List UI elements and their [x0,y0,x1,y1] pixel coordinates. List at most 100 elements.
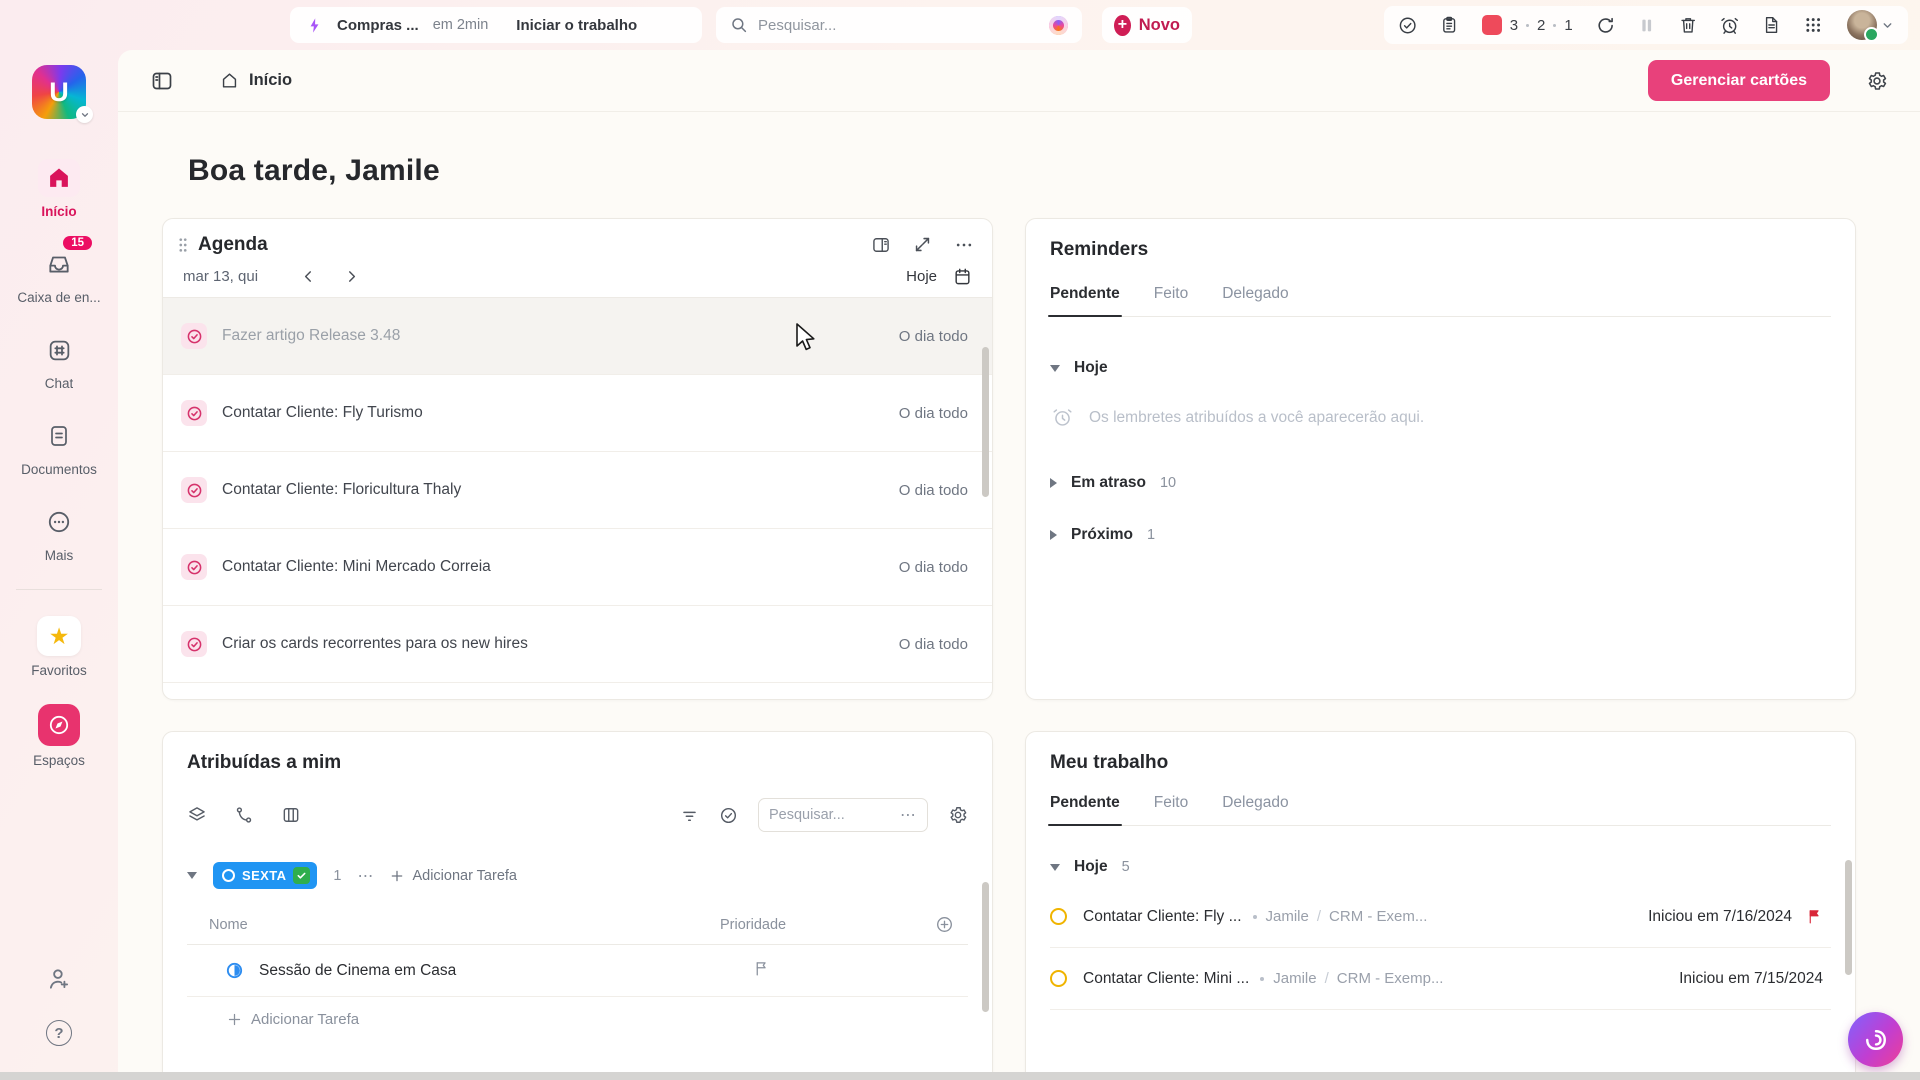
agenda-today-button[interactable]: Hoje [906,268,937,285]
status-todo-icon[interactable] [1050,970,1067,987]
next-day-icon[interactable] [343,268,360,285]
record-stop-icon[interactable] [1482,15,1502,35]
collapse-triangle-icon [1050,864,1060,871]
search-options-icon[interactable]: ⋯ [900,805,917,825]
help-icon[interactable]: ? [46,1020,72,1046]
avatar[interactable] [1847,10,1877,40]
invite-user-icon[interactable] [46,966,72,992]
sidebar-item-espacos[interactable]: Espaços [0,704,118,768]
sidebar-item-chat[interactable]: Chat [0,331,118,391]
layout-panel-icon[interactable] [871,235,891,255]
group-label: Hoje [1074,858,1108,876]
status-todo-icon[interactable] [1050,908,1067,925]
refresh-icon[interactable] [1596,15,1615,36]
column-nome[interactable]: Nome [209,917,720,933]
expand-icon[interactable] [913,235,932,254]
sidebar-item-inbox[interactable]: 15 Caixa de en... [0,245,118,305]
priority-flag-red-icon[interactable] [1806,908,1823,925]
agenda-event-row[interactable]: Contatar Cliente: Fly Turismo O dia todo [163,375,992,452]
ai-icon[interactable] [1049,16,1068,35]
docs-icon [47,424,71,448]
sidebar-item-mais[interactable]: Mais [0,503,118,563]
manage-cards-button[interactable]: Gerenciar cartões [1648,60,1830,101]
priority-flag-icon[interactable] [753,960,770,977]
add-task-row[interactable]: Adicionar Tarefa [227,1011,968,1028]
workspace-logo[interactable]: U [32,65,86,119]
ai-assistant-fab[interactable] [1848,1012,1903,1067]
reminders-upcoming-group[interactable]: Próximo 1 [1050,526,1831,544]
tab-delegado[interactable]: Delegado [1222,794,1288,825]
tab-feito[interactable]: Feito [1154,285,1188,316]
settings-gear-icon[interactable] [1866,70,1888,92]
sidebar-item-favoritos[interactable]: ★ Favoritos [0,616,118,678]
card-settings-gear-icon[interactable] [948,805,968,825]
mywork-scrollbar[interactable] [1845,860,1852,975]
agenda-event-row[interactable]: Contatar Cliente: Floricultura Thaly O d… [163,452,992,529]
status-in-progress-icon[interactable] [225,961,244,980]
dot-separator [1253,915,1257,919]
columns-icon[interactable] [281,805,301,825]
alarm-icon[interactable] [1720,15,1739,36]
group-label: Próximo [1071,526,1133,544]
tab-delegado[interactable]: Delegado [1222,285,1288,316]
assigned-search[interactable]: ⋯ [758,798,928,832]
status-check-icon[interactable] [293,867,310,884]
pause-icon[interactable] [1638,16,1655,35]
drag-handle-icon[interactable] [177,237,189,253]
breadcrumb[interactable]: Início [220,71,292,90]
expand-triangle-icon [1050,478,1057,488]
sidebar-item-inicio[interactable]: Início [0,159,118,219]
sidebar-toggle-icon[interactable] [150,69,174,93]
mywork-today-group[interactable]: Hoje 5 [1050,858,1831,876]
workspace-switcher-chevron[interactable] [76,106,93,123]
assigned-search-input[interactable] [769,807,892,823]
add-column-icon[interactable] [935,915,954,934]
ellipsis-icon[interactable] [954,235,974,255]
user-menu[interactable] [1847,10,1894,40]
global-search[interactable] [716,7,1082,43]
check-circle-icon[interactable] [1398,15,1417,36]
mywork-task-row[interactable]: Contatar Cliente: Mini ... Jamile / CRM … [1050,948,1831,1010]
mywork-task-row[interactable]: Contatar Cliente: Fly ... Jamile / CRM -… [1050,886,1831,948]
event-title: Contatar Cliente: Mini Mercado Correia [222,558,879,576]
show-closed-icon[interactable] [719,806,738,825]
status-group-pill[interactable]: SEXTA [213,862,317,889]
reminders-overdue-group[interactable]: Em atraso 10 [1050,474,1831,492]
assigned-scrollbar[interactable] [982,882,989,1012]
start-work-button[interactable]: Iniciar o trabalho [516,17,637,34]
calendar-icon[interactable] [953,267,972,286]
trash-icon[interactable] [1679,15,1697,35]
agenda-scrollbar[interactable] [982,347,989,497]
task-timer[interactable]: Compras ... em 2min Iniciar o trabalho [290,7,702,43]
event-time: O dia todo [899,482,968,499]
document-icon[interactable] [1762,15,1780,35]
plus-icon: + [1114,15,1131,36]
plus-icon [227,1012,242,1027]
column-prioridade[interactable]: Prioridade [720,917,935,933]
apps-grid-icon[interactable] [1804,15,1822,35]
group-ellipsis-icon[interactable]: ⋯ [357,866,374,886]
clipboard-icon[interactable] [1440,15,1458,35]
sidebar-item-documentos[interactable]: Documentos [0,417,118,477]
new-button[interactable]: + Novo [1102,7,1192,43]
assigned-task-row[interactable]: Sessão de Cinema em Casa [187,945,968,997]
search-input[interactable] [758,17,1039,34]
agenda-event-row[interactable]: Fazer artigo Release 3.48 O dia todo [163,298,992,375]
subtasks-icon[interactable] [234,805,254,825]
assigned-table-header: Nome Prioridade [187,915,968,945]
reminders-empty-state: Os lembretes atribuídos a você aparecerã… [1052,407,1831,428]
tab-pendente[interactable]: Pendente [1050,794,1120,825]
group-by-layers-icon[interactable] [187,805,207,825]
prev-day-icon[interactable] [300,268,317,285]
agenda-event-row[interactable]: Criar os cards recorrentes para os new h… [163,606,992,683]
agenda-event-row[interactable]: Contatar Cliente: Mini Mercado Correia O… [163,529,992,606]
reminders-today-group[interactable]: Hoje [1050,359,1831,377]
recording-indicator[interactable]: 3 2 1 [1482,15,1573,35]
group-count: 1 [333,868,341,884]
tab-pendente[interactable]: Pendente [1050,285,1120,316]
collapse-triangle-icon[interactable] [187,872,197,879]
filter-icon[interactable] [680,806,699,825]
tab-feito[interactable]: Feito [1154,794,1188,825]
add-task-button[interactable]: Adicionar Tarefa [390,868,517,884]
assigned-toolbar: ⋯ [187,798,968,832]
